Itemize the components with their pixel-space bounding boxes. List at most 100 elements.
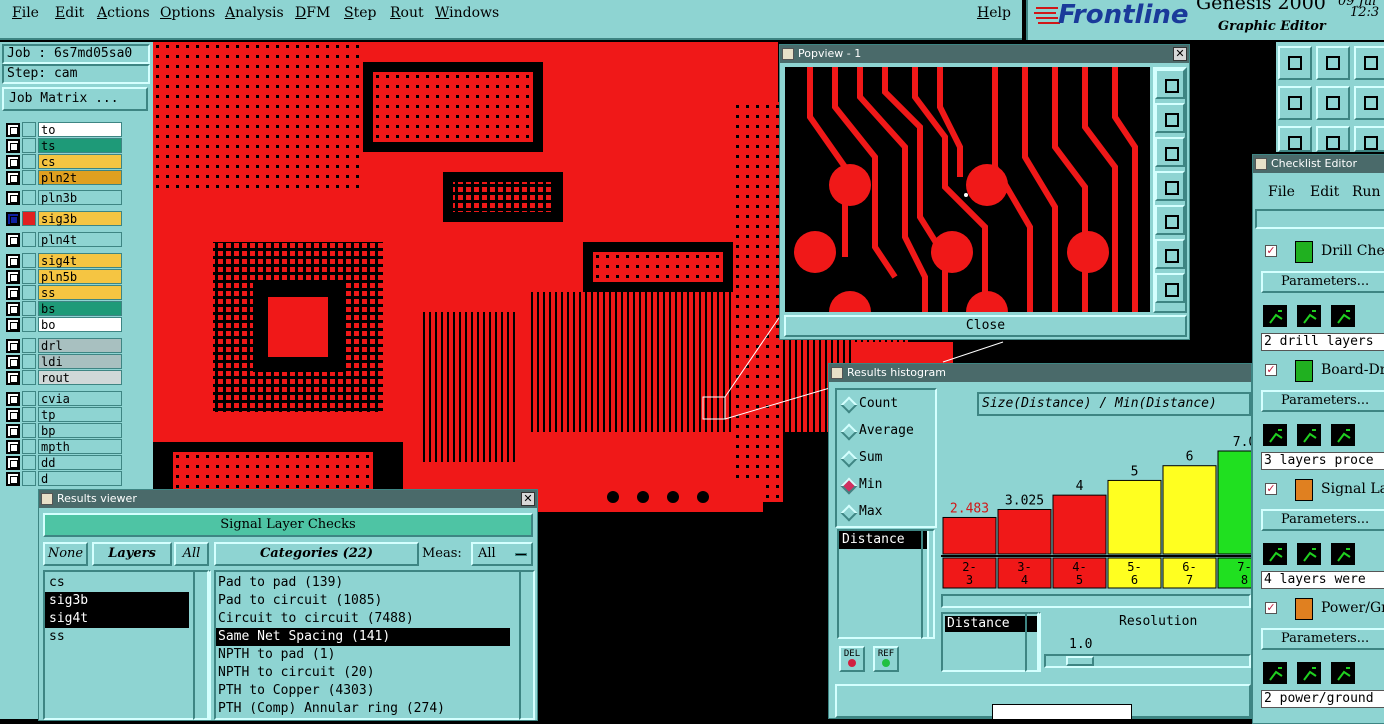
- layer-checkbox[interactable]: [6, 233, 20, 247]
- histogram-hscrollbar[interactable]: [941, 594, 1251, 608]
- layer-row-ldi[interactable]: ldi: [4, 354, 122, 369]
- mode-count-radio[interactable]: Count: [837, 396, 935, 416]
- layer-checkbox[interactable]: [6, 339, 20, 353]
- histogram-bar[interactable]: [997, 508, 1052, 555]
- menu-edit[interactable]: Edit: [55, 5, 84, 21]
- layer-affected-toggle[interactable]: [22, 269, 36, 284]
- layer-results-list[interactable]: cs sig3b sig4t ss: [43, 570, 211, 720]
- layer-checkbox[interactable]: [6, 424, 20, 438]
- menu-windows[interactable]: Windows: [435, 5, 499, 21]
- histogram-bar[interactable]: [1107, 479, 1162, 555]
- measure-scrollbar[interactable]: [921, 529, 935, 639]
- category-result-item[interactable]: Pad to pad (139): [216, 574, 510, 592]
- job-matrix-button[interactable]: Job Matrix ...: [2, 87, 148, 111]
- layer-row-bs[interactable]: bs: [4, 301, 122, 316]
- popview-zoom-canvas[interactable]: [785, 67, 1150, 312]
- popview-zoom-in-icon[interactable]: [1155, 239, 1185, 269]
- layer-checkbox[interactable]: [6, 440, 20, 454]
- layer-affected-toggle[interactable]: [22, 170, 36, 185]
- checklist-menu-file[interactable]: File: [1268, 184, 1295, 200]
- popview-left-icon[interactable]: [1155, 171, 1185, 201]
- popview-close-button[interactable]: Close: [784, 315, 1187, 337]
- category-result-item[interactable]: PTH (Comp) Annular ring (274): [216, 700, 510, 718]
- action-enabled-checkbox[interactable]: ✓: [1265, 483, 1277, 495]
- all-button[interactable]: All: [174, 542, 209, 566]
- close-icon[interactable]: ✕: [521, 492, 535, 506]
- layer-checkbox[interactable]: [6, 212, 20, 226]
- del-button[interactable]: DEL: [839, 646, 865, 672]
- layer-checkbox[interactable]: [6, 371, 20, 385]
- layer-row-ts[interactable]: ts: [4, 138, 122, 153]
- tool-right-icon[interactable]: [1316, 86, 1350, 120]
- window-menu-icon[interactable]: [831, 367, 843, 379]
- run-action-icon[interactable]: [1295, 660, 1323, 686]
- layer-affected-toggle[interactable]: [22, 253, 36, 268]
- layer-checkbox[interactable]: [6, 318, 20, 332]
- layer-affected-toggle[interactable]: [22, 317, 36, 332]
- layer-checkbox[interactable]: [6, 286, 20, 300]
- layer-affected-toggle[interactable]: [22, 370, 36, 385]
- popview-right-icon[interactable]: [1155, 205, 1185, 235]
- close-icon[interactable]: ✕: [1173, 47, 1187, 61]
- distance-scrollbar[interactable]: [1025, 612, 1039, 672]
- layer-checkbox[interactable]: [6, 392, 20, 406]
- layer-affected-toggle[interactable]: [22, 122, 36, 137]
- menu-analysis[interactable]: Analysis: [225, 5, 284, 21]
- layer-affected-toggle[interactable]: [22, 407, 36, 422]
- layer-row-ss[interactable]: ss: [4, 285, 122, 300]
- layer-checkbox[interactable]: [6, 408, 20, 422]
- mode-max-radio[interactable]: Max: [837, 504, 935, 524]
- layer-affected-toggle[interactable]: [22, 285, 36, 300]
- run-action-icon[interactable]: [1295, 422, 1323, 448]
- histogram-bar[interactable]: [1052, 494, 1107, 555]
- parameters-button[interactable]: Parameters...: [1261, 628, 1384, 650]
- category-result-item[interactable]: Pad to circuit (1085): [216, 592, 510, 610]
- popview-up-icon[interactable]: [1155, 103, 1185, 133]
- layer-affected-toggle[interactable]: [22, 138, 36, 153]
- layer-checkbox[interactable]: [6, 456, 20, 470]
- layer-affected-toggle[interactable]: [22, 354, 36, 369]
- menu-step[interactable]: Step: [344, 5, 376, 21]
- tool-zoom-fit-icon[interactable]: [1278, 126, 1312, 152]
- distance-item[interactable]: Distance: [945, 616, 1037, 632]
- layer-affected-toggle[interactable]: [22, 423, 36, 438]
- category-result-item[interactable]: PTH to Copper (4303): [216, 682, 510, 700]
- run-action-icon[interactable]: [1295, 303, 1323, 329]
- menu-options[interactable]: Options: [160, 5, 215, 21]
- layer-row-bo[interactable]: bo: [4, 317, 122, 332]
- action-enabled-checkbox[interactable]: ✓: [1265, 602, 1277, 614]
- run-action-icon[interactable]: [1329, 660, 1357, 686]
- layer-row-sig4t[interactable]: sig4t: [4, 253, 122, 268]
- run-action-icon[interactable]: [1261, 660, 1289, 686]
- layer-checkbox[interactable]: [6, 302, 20, 316]
- run-action-icon[interactable]: [1329, 541, 1357, 567]
- menu-actions[interactable]: Actions: [97, 5, 150, 21]
- ref-button[interactable]: REF: [873, 646, 899, 672]
- layer-list-scrollbar[interactable]: [193, 570, 209, 720]
- layer-row-pln5b[interactable]: pln5b: [4, 269, 122, 284]
- mode-min-radio[interactable]: Min: [837, 477, 935, 497]
- layer-row-d[interactable]: d: [4, 471, 122, 486]
- category-list-scrollbar[interactable]: [519, 570, 535, 720]
- layer-checkbox[interactable]: [6, 123, 20, 137]
- tool-redraw-icon[interactable]: [1354, 86, 1384, 120]
- layer-affected-toggle[interactable]: [22, 232, 36, 247]
- meas-dropdown[interactable]: All: [471, 542, 533, 566]
- parameters-button[interactable]: Parameters...: [1261, 509, 1384, 531]
- window-menu-icon[interactable]: [1255, 158, 1267, 170]
- layer-row-to[interactable]: to: [4, 122, 122, 137]
- menu-file[interactable]: File: [12, 5, 39, 21]
- tool-scale-icon[interactable]: [1354, 126, 1384, 152]
- resolution-slider-thumb[interactable]: [1066, 656, 1094, 666]
- layer-checkbox[interactable]: [6, 270, 20, 284]
- layer-row-pln3b[interactable]: pln3b: [4, 190, 122, 205]
- tool-down-icon[interactable]: [1316, 46, 1350, 80]
- layer-row-dd[interactable]: dd: [4, 455, 122, 470]
- histogram-chart[interactable]: 2.4832-33.0253-444-555-666-77.07-8: [941, 424, 1251, 594]
- none-button[interactable]: None: [43, 542, 88, 566]
- layer-checkbox[interactable]: [6, 355, 20, 369]
- parameters-button[interactable]: Parameters...: [1261, 390, 1384, 412]
- layer-affected-toggle[interactable]: [22, 154, 36, 169]
- layer-checkbox[interactable]: [6, 191, 20, 205]
- layer-row-bp[interactable]: bp: [4, 423, 122, 438]
